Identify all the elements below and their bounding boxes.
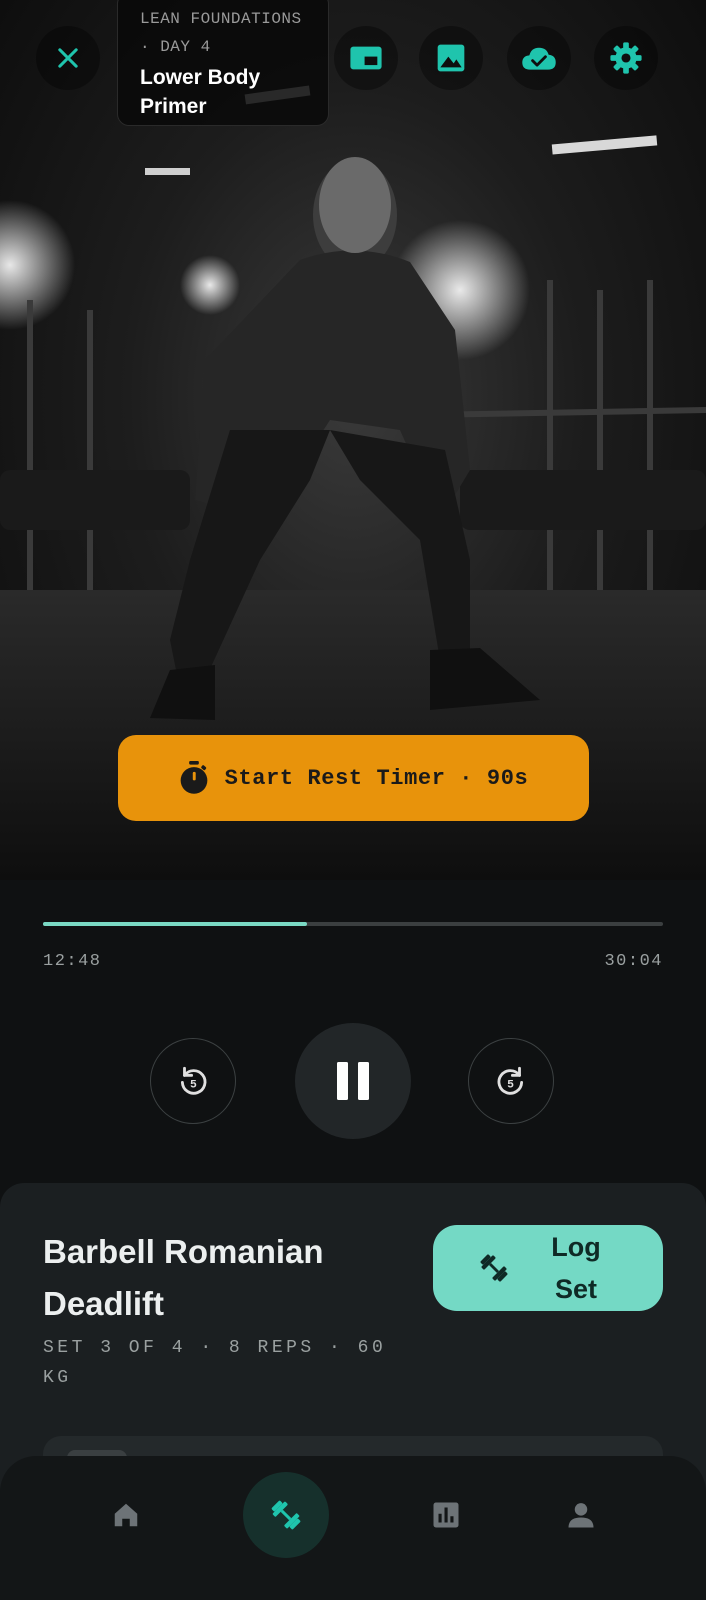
exercise-set-info: SET 3 OF 4 · 8 REPS · 60 KG — [43, 1338, 387, 1388]
close-icon — [58, 48, 78, 68]
image-icon — [437, 44, 465, 72]
exercise-name: Barbell Romanian Deadlift — [43, 1233, 324, 1322]
nav-home[interactable] — [83, 1472, 169, 1558]
cloud-sync-button[interactable] — [507, 26, 571, 90]
log-set-label: Log Set — [551, 1232, 601, 1304]
svg-text:5: 5 — [190, 1078, 196, 1090]
playback-progress-bar[interactable] — [43, 922, 663, 926]
pause-icon — [337, 1062, 369, 1100]
close-button[interactable] — [36, 26, 100, 90]
dumbbell-icon — [271, 1500, 301, 1530]
workout-video[interactable]: LEAN FOUNDATIONS · DAY 4 Lower Body Prim… — [0, 0, 706, 880]
nav-stats[interactable] — [403, 1472, 489, 1558]
workout-title: Lower Body Primer — [140, 66, 261, 118]
nav-workout[interactable] — [243, 1472, 329, 1558]
profile-icon — [568, 1503, 594, 1528]
picture-in-picture-button[interactable] — [334, 26, 398, 90]
workout-title-card: LEAN FOUNDATIONS · DAY 4 Lower Body Prim… — [117, 0, 329, 126]
rest-timer-label: Start Rest Timer · 90s — [224, 765, 529, 791]
image-button[interactable] — [419, 26, 483, 90]
rewind-5-button[interactable]: 5 — [150, 1038, 236, 1124]
home-icon — [114, 1503, 138, 1527]
picture-in-picture-icon — [350, 46, 382, 70]
pause-button[interactable] — [295, 1023, 411, 1139]
stopwatch-icon — [180, 761, 208, 794]
dumbbell-icon — [480, 1254, 508, 1282]
forward-5-icon: 5 — [497, 1066, 524, 1095]
nav-profile[interactable] — [538, 1472, 624, 1558]
log-set-button[interactable]: Log Set — [433, 1225, 663, 1311]
cloud-done-icon — [522, 47, 556, 70]
settings-button[interactable] — [594, 26, 658, 90]
settings-icon — [610, 42, 642, 74]
total-duration: 30:04 — [604, 952, 663, 971]
forward-5-button[interactable]: 5 — [468, 1038, 554, 1124]
replay-5-icon: 5 — [180, 1066, 207, 1095]
program-kicker: LEAN FOUNDATIONS · DAY 4 — [140, 10, 302, 56]
stats-icon — [433, 1502, 459, 1528]
playback-progress-fill — [43, 922, 307, 926]
svg-text:5: 5 — [507, 1078, 513, 1090]
start-rest-timer-button[interactable]: Start Rest Timer · 90s — [118, 735, 589, 821]
elapsed-time: 12:48 — [43, 952, 102, 971]
